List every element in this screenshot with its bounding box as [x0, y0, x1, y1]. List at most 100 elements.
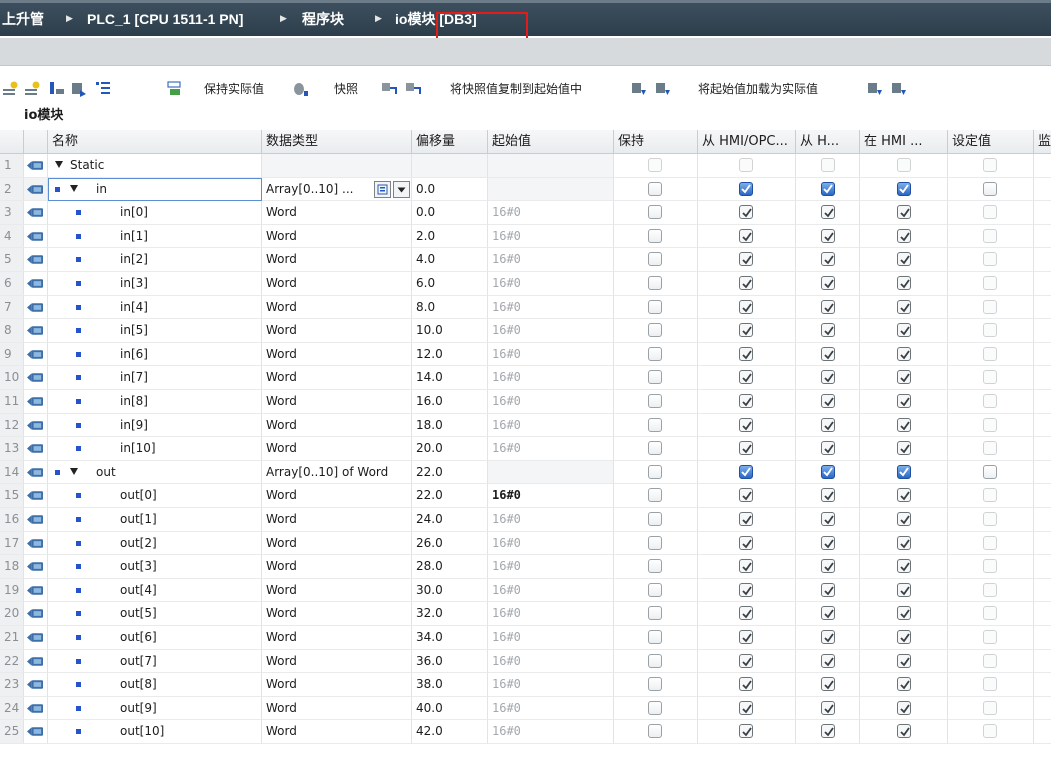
setpoint-checkbox[interactable]: [983, 158, 997, 172]
copy-snapshot-to-start-button[interactable]: 将快照值复制到起始值中: [450, 80, 582, 98]
datatype-cell[interactable]: Word: [262, 295, 412, 320]
header-datatype[interactable]: 数据类型: [262, 130, 412, 154]
table-row[interactable]: 7 in[4] Word 8.0 16#0: [0, 295, 1051, 320]
start-value-cell[interactable]: 16#0: [488, 508, 614, 532]
header-monitor[interactable]: 监: [1034, 130, 1051, 154]
datatype-cell[interactable]: Word: [262, 555, 412, 579]
setpoint-checkbox[interactable]: [983, 370, 997, 385]
name-cell[interactable]: out: [48, 460, 262, 485]
setpoint-checkbox[interactable]: [983, 252, 997, 267]
setpoint-checkbox[interactable]: [983, 394, 997, 408]
setpoint-checkbox[interactable]: [983, 181, 997, 196]
name-cell[interactable]: out[1]: [48, 508, 262, 532]
load-start-values-icon[interactable]: [630, 80, 648, 98]
datatype-cell[interactable]: Word: [262, 484, 412, 508]
setpoint-checkbox[interactable]: [983, 630, 997, 644]
chevron-down-icon[interactable]: [393, 180, 410, 198]
keep-actual-values-button[interactable]: 保持实际值: [204, 80, 264, 98]
setpoint-checkbox[interactable]: [983, 724, 997, 739]
from-h-checkbox[interactable]: [821, 700, 835, 715]
name-cell[interactable]: in[3]: [48, 272, 262, 296]
table-row[interactable]: 22 out[7] Word 36.0 16#0: [0, 649, 1051, 674]
hmi-opc-checkbox[interactable]: [739, 606, 753, 621]
retain-checkbox[interactable]: [648, 441, 662, 456]
retain-checkbox[interactable]: [648, 252, 662, 267]
start-value-cell[interactable]: 16#0: [488, 413, 614, 438]
header-in-hmi[interactable]: 在 HMI ...: [860, 130, 948, 154]
setpoint-checkbox[interactable]: [983, 488, 997, 503]
setpoint-checkbox[interactable]: [983, 700, 997, 715]
datatype-cell[interactable]: Word: [262, 673, 412, 697]
table-row[interactable]: 5 in[2] Word 4.0 16#0: [0, 248, 1051, 272]
table-row[interactable]: 14 out Array[0..10] of Word 22.0: [0, 460, 1051, 485]
table-row[interactable]: 1 Static: [0, 154, 1051, 178]
from-h-checkbox[interactable]: [821, 559, 835, 574]
name-cell[interactable]: Static: [48, 154, 262, 178]
hmi-opc-checkbox[interactable]: [739, 630, 753, 644]
name-cell[interactable]: in[4]: [48, 295, 262, 320]
datatype-cell[interactable]: Word: [262, 201, 412, 225]
retain-checkbox[interactable]: [648, 181, 662, 196]
start-value-cell[interactable]: 16#0: [488, 484, 614, 508]
start-value-cell[interactable]: 16#0: [488, 342, 614, 367]
from-h-checkbox[interactable]: [821, 653, 835, 668]
datatype-cell[interactable]: Word: [262, 649, 412, 674]
start-value-cell[interactable]: 16#0: [488, 201, 614, 225]
start-value-cell[interactable]: 16#0: [488, 248, 614, 272]
add-row-icon[interactable]: [24, 80, 42, 98]
hmi-opc-checkbox[interactable]: [739, 205, 753, 220]
setpoint-checkbox[interactable]: [983, 299, 997, 314]
from-h-checkbox[interactable]: [821, 346, 835, 361]
name-cell[interactable]: out[4]: [48, 578, 262, 603]
hmi-opc-checkbox[interactable]: [739, 582, 753, 597]
hmi-opc-checkbox[interactable]: [739, 299, 753, 314]
from-h-checkbox[interactable]: [821, 276, 835, 290]
start-value-cell[interactable]: 16#0: [488, 696, 614, 721]
retain-checkbox[interactable]: [648, 464, 662, 479]
hmi-opc-checkbox[interactable]: [739, 700, 753, 715]
from-h-checkbox[interactable]: [821, 323, 835, 338]
hmi-opc-checkbox[interactable]: [739, 441, 753, 456]
table-row[interactable]: 3 in[0] Word 0.0 16#0: [0, 201, 1051, 225]
table-row[interactable]: 8 in[5] Word 10.0 16#0: [0, 319, 1051, 343]
name-cell[interactable]: out[7]: [48, 649, 262, 674]
setpoint-checkbox[interactable]: [983, 582, 997, 597]
in-hmi-checkbox[interactable]: [897, 512, 911, 526]
in-hmi-checkbox[interactable]: [897, 677, 911, 692]
name-cell[interactable]: out[8]: [48, 673, 262, 697]
in-hmi-checkbox[interactable]: [897, 276, 911, 290]
table-row[interactable]: 13 in[10] Word 20.0 16#0: [0, 437, 1051, 461]
setpoint-checkbox[interactable]: [983, 653, 997, 668]
hmi-opc-checkbox[interactable]: [739, 346, 753, 361]
from-h-checkbox[interactable]: [821, 228, 835, 243]
in-hmi-checkbox[interactable]: [897, 181, 911, 196]
from-h-checkbox[interactable]: [821, 252, 835, 267]
from-h-checkbox[interactable]: [821, 488, 835, 503]
setpoint-checkbox[interactable]: [983, 346, 997, 361]
in-hmi-checkbox[interactable]: [897, 417, 911, 432]
from-h-checkbox[interactable]: [821, 394, 835, 408]
retain-checkbox[interactable]: [648, 228, 662, 243]
start-value-cell[interactable]: 16#0: [488, 602, 614, 626]
retain-checkbox[interactable]: [648, 700, 662, 715]
collapse-arrow-icon[interactable]: [55, 161, 63, 168]
retain-checkbox[interactable]: [648, 417, 662, 432]
hmi-opc-checkbox[interactable]: [739, 677, 753, 692]
table-row[interactable]: 12 in[9] Word 18.0 16#0: [0, 413, 1051, 438]
start-value-cell[interactable]: 16#0: [488, 531, 614, 556]
datatype-cell[interactable]: Word: [262, 319, 412, 343]
from-h-checkbox[interactable]: [821, 724, 835, 739]
name-cell[interactable]: in[6]: [48, 342, 262, 367]
retain-checkbox[interactable]: [648, 394, 662, 408]
retain-checkbox[interactable]: [648, 559, 662, 574]
datatype-cell[interactable]: Word: [262, 272, 412, 296]
start-value-cell[interactable]: 16#0: [488, 390, 614, 414]
setpoint-checkbox[interactable]: [983, 417, 997, 432]
retain-checkbox[interactable]: [648, 488, 662, 503]
setpoint-checkbox[interactable]: [983, 205, 997, 220]
in-hmi-checkbox[interactable]: [897, 464, 911, 479]
collapse-all-icon[interactable]: [70, 80, 88, 98]
datatype-cell[interactable]: Word: [262, 390, 412, 414]
retain-checkbox[interactable]: [648, 299, 662, 314]
name-cell[interactable]: out[0]: [48, 484, 262, 508]
